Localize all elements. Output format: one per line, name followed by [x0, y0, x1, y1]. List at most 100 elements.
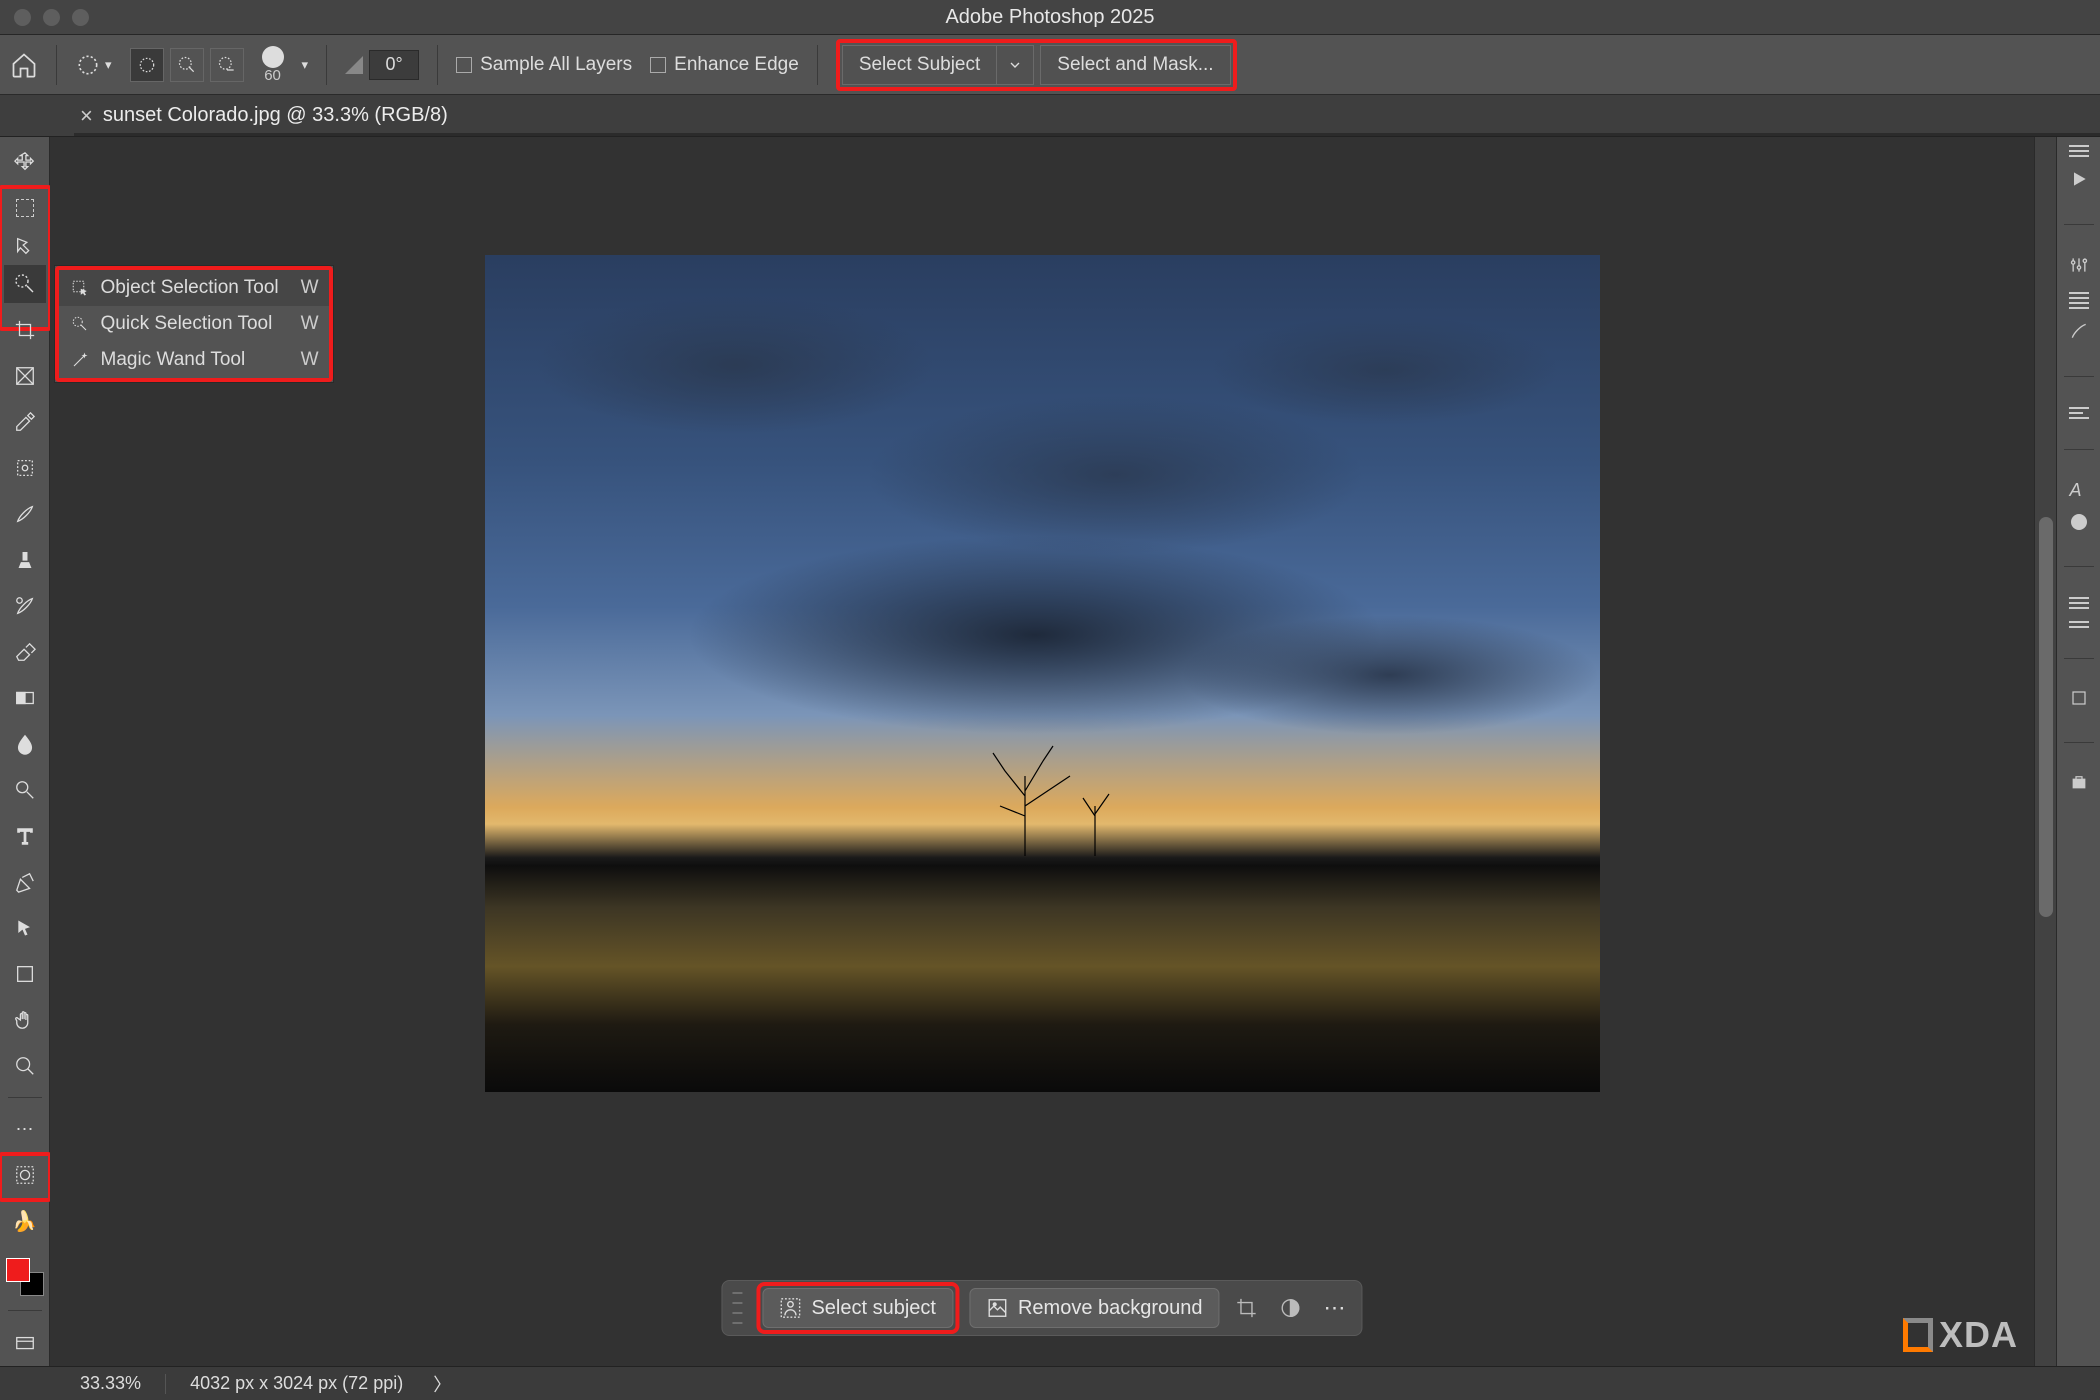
- flyout-shortcut: W: [301, 277, 319, 299]
- options-bar: ▾ 60 ▾ Sample All Layers Enhance Edge Se…: [0, 35, 2100, 95]
- properties-panel-icon[interactable]: [2069, 145, 2089, 157]
- separator: [2064, 224, 2094, 225]
- close-window-button[interactable]: [14, 9, 31, 26]
- angle-input[interactable]: [369, 50, 419, 80]
- sample-all-layers-checkbox[interactable]: Sample All Layers: [456, 54, 632, 76]
- frame-tool[interactable]: [4, 357, 46, 395]
- watermark: XDA: [1903, 1314, 2018, 1356]
- gradient-tool[interactable]: [4, 679, 46, 717]
- banana-sample: 🍌: [4, 1202, 46, 1240]
- zoom-tool[interactable]: [4, 1047, 46, 1085]
- separator: [2064, 658, 2094, 659]
- ctx-select-subject-button[interactable]: Select subject: [762, 1288, 953, 1328]
- libraries-panel-icon[interactable]: [2070, 773, 2088, 796]
- document-tab-strip: × sunset Colorado.jpg @ 33.3% (RGB/8): [0, 95, 2100, 137]
- status-dropdown-button[interactable]: 〉: [433, 1371, 451, 1397]
- ctx-button-label: Select subject: [811, 1297, 936, 1320]
- flyout-object-selection[interactable]: Object Selection Tool W: [59, 270, 329, 306]
- move-tool[interactable]: [4, 143, 46, 181]
- history-brush-tool[interactable]: [4, 587, 46, 625]
- doc-dimensions[interactable]: 4032 px x 3024 px (72 ppi): [190, 1373, 403, 1394]
- quick-selection-icon: [69, 313, 91, 335]
- annotation-highlight-select-subject: Select subject: [756, 1282, 959, 1334]
- document-canvas[interactable]: [485, 255, 1600, 1092]
- blur-tool[interactable]: [4, 725, 46, 763]
- tool-preset-picker[interactable]: ▾: [75, 52, 112, 78]
- shape-tool[interactable]: [4, 955, 46, 993]
- paths-panel-icon[interactable]: [2070, 689, 2088, 712]
- drag-handle-icon[interactable]: [732, 1288, 742, 1328]
- quick-selection-tool[interactable]: Object Selection Tool W Quick Selection …: [4, 265, 46, 303]
- type-tool[interactable]: [4, 817, 46, 855]
- flyout-quick-selection[interactable]: Quick Selection Tool W: [59, 306, 329, 342]
- flyout-label: Object Selection Tool: [101, 277, 279, 299]
- swatches-panel-icon[interactable]: [2070, 513, 2088, 536]
- healing-brush-tool[interactable]: [4, 449, 46, 487]
- ctx-crop-button[interactable]: [1230, 1291, 1264, 1325]
- zoom-level[interactable]: 33.33%: [80, 1373, 141, 1394]
- ctx-more-button[interactable]: ⋯: [1318, 1291, 1352, 1325]
- flyout-shortcut: W: [301, 313, 319, 335]
- paragraph-panel-icon[interactable]: [2069, 407, 2089, 419]
- crop-tool[interactable]: [4, 311, 46, 349]
- select-and-mask-button[interactable]: Select and Mask...: [1040, 45, 1230, 85]
- clone-stamp-tool[interactable]: [4, 541, 46, 579]
- character-panel-icon[interactable]: A: [2070, 480, 2088, 501]
- adjustments-panel-icon[interactable]: [2069, 255, 2089, 280]
- select-subject-dropdown[interactable]: [996, 45, 1034, 85]
- image-content: [965, 736, 1165, 856]
- scrollbar-thumb[interactable]: [2039, 517, 2053, 917]
- subtract-from-selection-button[interactable]: [210, 48, 244, 82]
- brush-preview[interactable]: 60: [262, 46, 284, 83]
- vertical-scrollbar[interactable]: [2034, 137, 2056, 1366]
- edit-toolbar-button[interactable]: ⋯: [4, 1110, 46, 1148]
- image-content: [1180, 615, 1600, 735]
- flyout-label: Quick Selection Tool: [101, 313, 273, 335]
- enhance-edge-checkbox[interactable]: Enhance Edge: [650, 54, 799, 76]
- window-controls[interactable]: [14, 9, 89, 26]
- selection-tool-flyout: Object Selection Tool W Quick Selection …: [54, 265, 334, 383]
- hand-tool[interactable]: [4, 1001, 46, 1039]
- minimize-window-button[interactable]: [43, 9, 60, 26]
- separator: [8, 1310, 42, 1311]
- screen-mode-button[interactable]: [4, 1325, 46, 1363]
- chevron-down-icon[interactable]: ▾: [302, 57, 309, 73]
- select-subject-button[interactable]: Select Subject: [842, 45, 996, 85]
- document-tab-title[interactable]: sunset Colorado.jpg @ 33.3% (RGB/8): [103, 104, 448, 127]
- eyedropper-tool[interactable]: [4, 403, 46, 441]
- flyout-magic-wand[interactable]: Magic Wand Tool W: [59, 342, 329, 378]
- marquee-tool[interactable]: [4, 189, 46, 227]
- pen-tool[interactable]: [4, 863, 46, 901]
- separator: [165, 1374, 166, 1394]
- ctx-adjust-button[interactable]: [1274, 1291, 1308, 1325]
- dodge-tool[interactable]: [4, 771, 46, 809]
- brushes-panel-icon[interactable]: [2069, 321, 2089, 346]
- close-tab-button[interactable]: ×: [80, 103, 93, 129]
- add-to-selection-button[interactable]: [170, 48, 204, 82]
- styles-panel-icon[interactable]: [2069, 292, 2089, 309]
- color-swatches[interactable]: [6, 1258, 44, 1296]
- quick-mask-toggle[interactable]: [4, 1156, 46, 1194]
- brush-size-value: 60: [264, 68, 281, 83]
- foreground-color-swatch[interactable]: [6, 1258, 30, 1282]
- object-selection-icon: [69, 277, 91, 299]
- new-selection-button[interactable]: [130, 48, 164, 82]
- zoom-window-button[interactable]: [72, 9, 89, 26]
- home-icon[interactable]: [10, 51, 38, 79]
- brush-tool[interactable]: [4, 495, 46, 533]
- lasso-tool[interactable]: [4, 227, 46, 265]
- contextual-task-bar[interactable]: Select subject Remove background ⋯: [721, 1280, 1362, 1336]
- canvas-area: Select subject Remove background ⋯ XDA: [50, 137, 2034, 1366]
- separator: [437, 45, 438, 85]
- channels-panel-icon[interactable]: [2069, 621, 2089, 628]
- checkbox-icon: [650, 57, 666, 73]
- ctx-remove-background-button[interactable]: Remove background: [969, 1288, 1220, 1328]
- layers-panel-icon[interactable]: [2069, 597, 2089, 609]
- actions-panel-icon[interactable]: [2069, 169, 2089, 194]
- flyout-label: Magic Wand Tool: [101, 349, 246, 371]
- path-selection-tool[interactable]: [4, 909, 46, 947]
- checkbox-label: Sample All Layers: [480, 54, 632, 76]
- eraser-tool[interactable]: [4, 633, 46, 671]
- chevron-down-icon: ▾: [105, 57, 112, 73]
- status-bar: 33.33% 4032 px x 3024 px (72 ppi) 〉: [0, 1366, 2100, 1400]
